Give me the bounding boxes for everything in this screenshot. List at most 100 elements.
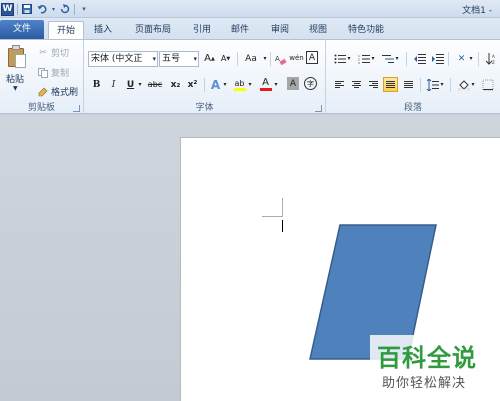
separator	[450, 78, 451, 92]
change-case-dropdown-icon[interactable]: ▾	[262, 51, 268, 66]
undo-dropdown-icon[interactable]: ▾	[51, 3, 56, 15]
align-right-button[interactable]	[366, 77, 381, 92]
highlight-dropdown-icon[interactable]: ▾	[247, 77, 253, 92]
underline-dropdown-icon[interactable]: ▾	[137, 77, 143, 92]
font-size-combo[interactable]: 五号 ▾	[159, 51, 199, 67]
font-group: 宋体 (中文正 ▾ 五号 ▾ A ▲ A ▼ Aa ▾ A wén A B I U ▾ …	[84, 40, 326, 115]
customize-qat-icon[interactable]: ▾	[78, 3, 90, 15]
clipboard-dialog-launcher[interactable]	[73, 105, 80, 112]
copy-icon	[38, 67, 48, 78]
shading-icon[interactable]	[456, 77, 471, 92]
font-color-dropdown-icon[interactable]: ▾	[273, 77, 279, 92]
font-group-label: 字体	[195, 103, 214, 113]
justify-button[interactable]	[383, 77, 398, 92]
multilevel-dropdown-icon[interactable]: ▾	[394, 51, 400, 66]
save-icon[interactable]	[21, 3, 33, 15]
paste-button[interactable]: 粘贴	[6, 72, 24, 85]
distributed-button[interactable]	[401, 77, 416, 92]
tab-file[interactable]: 文件	[0, 20, 44, 39]
svg-text:A: A	[492, 54, 495, 59]
shading-dropdown-icon[interactable]: ▾	[470, 77, 476, 92]
separator	[270, 52, 271, 66]
superscript-icon: x²	[187, 79, 198, 90]
change-case-button[interactable]: Aa	[241, 51, 261, 66]
align-center-button[interactable]	[349, 77, 364, 92]
clipboard-group: 粘贴 ▼ ✂ 剪切 复制 格式刷 剪贴板	[0, 40, 84, 115]
tab-references[interactable]: 引用	[186, 21, 218, 39]
tab-special-features[interactable]: 特色功能	[340, 21, 392, 39]
tab-mailings[interactable]: 邮件	[224, 21, 256, 39]
superscript-button[interactable]: x²	[185, 77, 200, 92]
clear-format-button[interactable]: A	[273, 51, 288, 66]
tab-page-layout[interactable]: 页面布局	[128, 21, 178, 39]
highlight-button[interactable]: ab	[232, 77, 247, 92]
align-right-icon	[369, 81, 378, 88]
subscript-button[interactable]: x₂	[168, 77, 183, 92]
separator	[204, 78, 205, 92]
redo-icon[interactable]	[59, 3, 71, 15]
numbering-icon[interactable]: 123	[356, 51, 371, 66]
char-shading-button[interactable]: A	[287, 77, 299, 90]
phonetic-guide-button[interactable]: wén	[289, 51, 304, 66]
chinese-layout-dropdown-icon[interactable]: ▾	[468, 51, 474, 66]
text-effect-icon: A	[210, 77, 221, 92]
svg-text:3: 3	[358, 61, 360, 64]
bullets-dropdown-icon[interactable]: ▾	[346, 51, 352, 66]
tab-home[interactable]: 开始	[48, 21, 84, 39]
justify-icon	[386, 81, 395, 88]
enclose-char-icon: 字	[307, 79, 314, 88]
svg-text:Z: Z	[492, 60, 495, 65]
line-spacing-icon[interactable]	[425, 77, 440, 92]
watermark-logo: 百科全说 助你轻松解决	[370, 335, 500, 401]
font-color-button[interactable]: A	[258, 77, 273, 92]
underline-button[interactable]: U	[123, 77, 138, 92]
grow-font-button[interactable]: A ▲	[202, 51, 217, 66]
text-effect-button[interactable]: A	[208, 77, 223, 92]
align-left-button[interactable]	[332, 77, 347, 92]
strikethrough-button[interactable]: abc	[146, 77, 164, 92]
borders-icon[interactable]	[480, 77, 495, 92]
brush-icon	[38, 87, 48, 97]
word-app-icon[interactable]: W	[1, 2, 14, 16]
cut-button[interactable]: ✂ 剪切	[38, 46, 69, 60]
italic-button[interactable]: I	[106, 77, 121, 92]
qat-separator	[74, 3, 75, 15]
tab-insert[interactable]: 插入	[86, 21, 120, 39]
increase-indent-icon[interactable]	[430, 51, 445, 66]
format-painter-button[interactable]: 格式刷	[38, 85, 78, 98]
separator	[448, 52, 449, 66]
copy-button[interactable]: 复制	[38, 66, 69, 79]
tab-view[interactable]: 视图	[302, 21, 334, 39]
bullets-icon[interactable]	[332, 51, 347, 66]
line-spacing-dropdown-icon[interactable]: ▾	[439, 77, 445, 92]
watermark-subtitle: 助你轻松解决	[382, 376, 467, 391]
watermark-title: 百科全说	[377, 344, 477, 372]
font-size-value: 五号	[162, 54, 181, 64]
tab-review[interactable]: 审阅	[264, 21, 296, 39]
separator	[478, 52, 479, 66]
text-effect-dropdown-icon[interactable]: ▾	[222, 77, 228, 92]
paste-dropdown-icon[interactable]: ▼	[13, 85, 18, 92]
decrease-indent-icon[interactable]	[412, 51, 427, 66]
quick-access-toolbar: W ▾ ▾	[0, 1, 90, 17]
font-name-combo[interactable]: 宋体 (中文正 ▾	[88, 51, 158, 67]
font-dialog-launcher[interactable]	[315, 105, 322, 112]
multilevel-list-icon[interactable]	[380, 51, 395, 66]
subscript-icon: x₂	[170, 79, 181, 90]
char-border-button[interactable]: A	[306, 51, 318, 64]
sort-icon[interactable]: AZ	[484, 51, 499, 66]
highlight-color-bar	[233, 87, 246, 91]
highlight-icon: ab	[234, 78, 245, 88]
chinese-layout-icon[interactable]: ✕	[454, 51, 469, 66]
enclose-char-button[interactable]: 字	[304, 77, 317, 90]
ribbon-tab-bar: 文件 开始 插入 页面布局 引用 邮件 审阅 视图 特色功能	[0, 18, 500, 39]
separator	[420, 78, 421, 92]
numbering-dropdown-icon[interactable]: ▾	[370, 51, 376, 66]
undo-icon[interactable]	[36, 3, 48, 15]
font-name-value: 宋体 (中文正	[91, 54, 143, 64]
italic-icon: I	[111, 79, 116, 90]
bold-button[interactable]: B	[89, 77, 104, 92]
font-color-icon: A	[262, 77, 269, 88]
shrink-font-button[interactable]: A ▼	[218, 51, 233, 66]
paste-icon[interactable]	[7, 45, 27, 69]
